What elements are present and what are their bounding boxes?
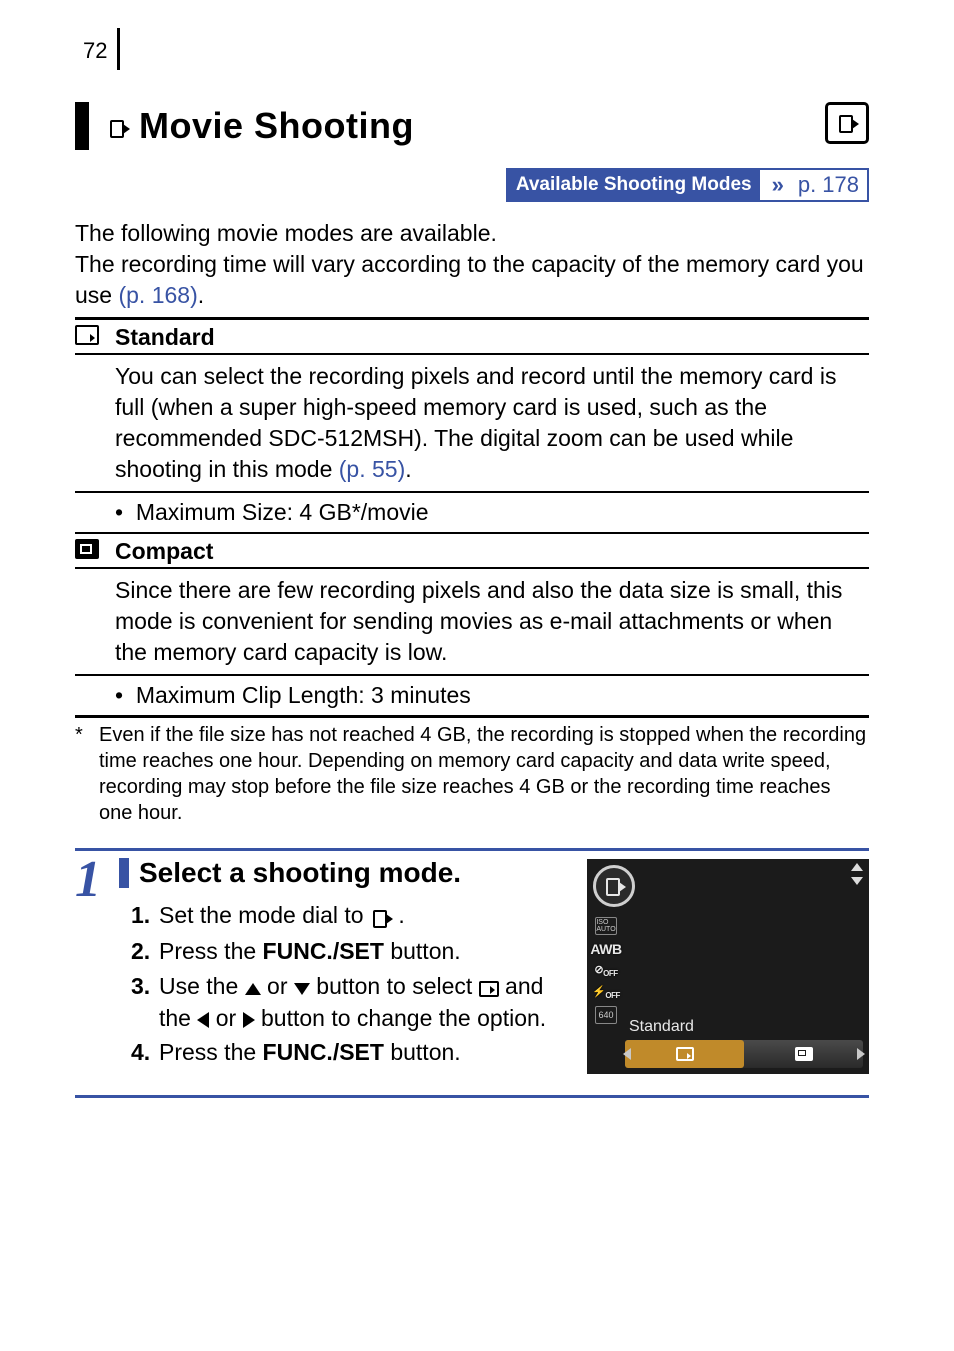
camera-awb-icon: AWB <box>590 941 621 957</box>
camera-down-indicator-icon <box>851 877 863 885</box>
step-title-accent <box>119 858 129 888</box>
standard-mode-desc-b: . <box>405 456 411 482</box>
title-accent-bar <box>75 102 89 150</box>
page-number-area: 72 <box>75 28 869 70</box>
step-item-4: Press the FUNC./SET button. <box>131 1036 569 1068</box>
page-ref-55[interactable]: (p. 55) <box>339 456 405 482</box>
compact-mode-name: Compact <box>115 538 213 565</box>
right-button-icon <box>243 1012 255 1028</box>
step-item-1: Set the mode dial to . <box>131 899 569 933</box>
footnote: * Even if the file size has not reached … <box>75 722 869 826</box>
available-modes-page-ref[interactable]: p. 178 <box>790 170 867 200</box>
intro-line-2b: . <box>198 282 204 308</box>
page-number: 72 <box>75 38 115 70</box>
chevron-right-icon: » <box>762 170 790 200</box>
compact-mode-note: Maximum Clip Length: 3 minutes <box>136 682 471 708</box>
movie-mode-badge-icon <box>825 102 869 144</box>
down-button-icon <box>294 983 310 995</box>
page-ref-168[interactable]: (p. 168) <box>118 282 197 308</box>
step-item-3: Use the or button to select and the or b… <box>131 970 569 1034</box>
camera-resolution-icon: 640 <box>595 1006 617 1024</box>
camera-iso-icon: ISOAUTO <box>595 917 617 935</box>
step-number: 1 <box>75 857 119 1081</box>
standard-option-icon <box>479 981 499 997</box>
camera-option-compact <box>744 1040 863 1068</box>
left-button-icon <box>197 1012 209 1028</box>
intro-paragraph: The following movie modes are available.… <box>75 218 869 311</box>
camera-left-arrow-icon <box>623 1048 631 1060</box>
camera-option-standard <box>625 1040 744 1068</box>
standard-mode-note: Maximum Size: 4 GB*/movie <box>136 499 429 525</box>
movie-dial-icon <box>370 901 392 933</box>
camera-selected-label: Standard <box>629 1018 694 1036</box>
intro-line-1: The following movie modes are available. <box>75 218 869 249</box>
available-modes-box: Available Shooting Modes » p. 178 <box>506 168 869 202</box>
compact-mode-desc: Since there are few recording pixels and… <box>75 567 869 674</box>
page-number-divider <box>117 28 120 70</box>
title-row: Movie Shooting <box>75 102 869 150</box>
movie-modes-table: Standard You can select the recording pi… <box>75 317 869 718</box>
compact-mode-icon <box>75 539 115 565</box>
footnote-star: * <box>75 722 93 826</box>
camera-mode-dial-icon <box>593 865 635 907</box>
page-title: Movie Shooting <box>139 105 414 147</box>
camera-up-indicator-icon <box>851 863 863 871</box>
available-modes-label: Available Shooting Modes <box>508 170 760 200</box>
up-button-icon <box>245 983 261 995</box>
camera-option-standard-icon <box>676 1047 694 1061</box>
standard-mode-name: Standard <box>115 324 215 351</box>
step-title: Select a shooting mode. <box>139 857 461 889</box>
camera-right-arrow-icon <box>857 1048 865 1060</box>
step-list: Set the mode dial to . Press the FUNC./S… <box>131 899 569 1068</box>
camera-option-row <box>625 1040 863 1068</box>
step-block: 1 Select a shooting mode. Set the mode d… <box>75 848 869 1098</box>
camera-off2-icon: ⚡OFF <box>592 985 620 1000</box>
camera-side-icons: ISOAUTO AWB ⊘OFF ⚡OFF 640 <box>591 917 621 1023</box>
camera-off1-icon: ⊘OFF <box>594 963 617 978</box>
step-item-2: Press the FUNC./SET button. <box>131 935 569 967</box>
camera-option-compact-icon <box>795 1047 813 1061</box>
standard-mode-desc-a: You can select the recording pixels and … <box>115 363 836 482</box>
movie-icon <box>107 111 129 141</box>
footnote-text: Even if the file size has not reached 4 … <box>93 722 869 826</box>
camera-screen-illustration: ISOAUTO AWB ⊘OFF ⚡OFF 640 Standard <box>587 859 869 1074</box>
standard-mode-icon <box>75 325 115 351</box>
